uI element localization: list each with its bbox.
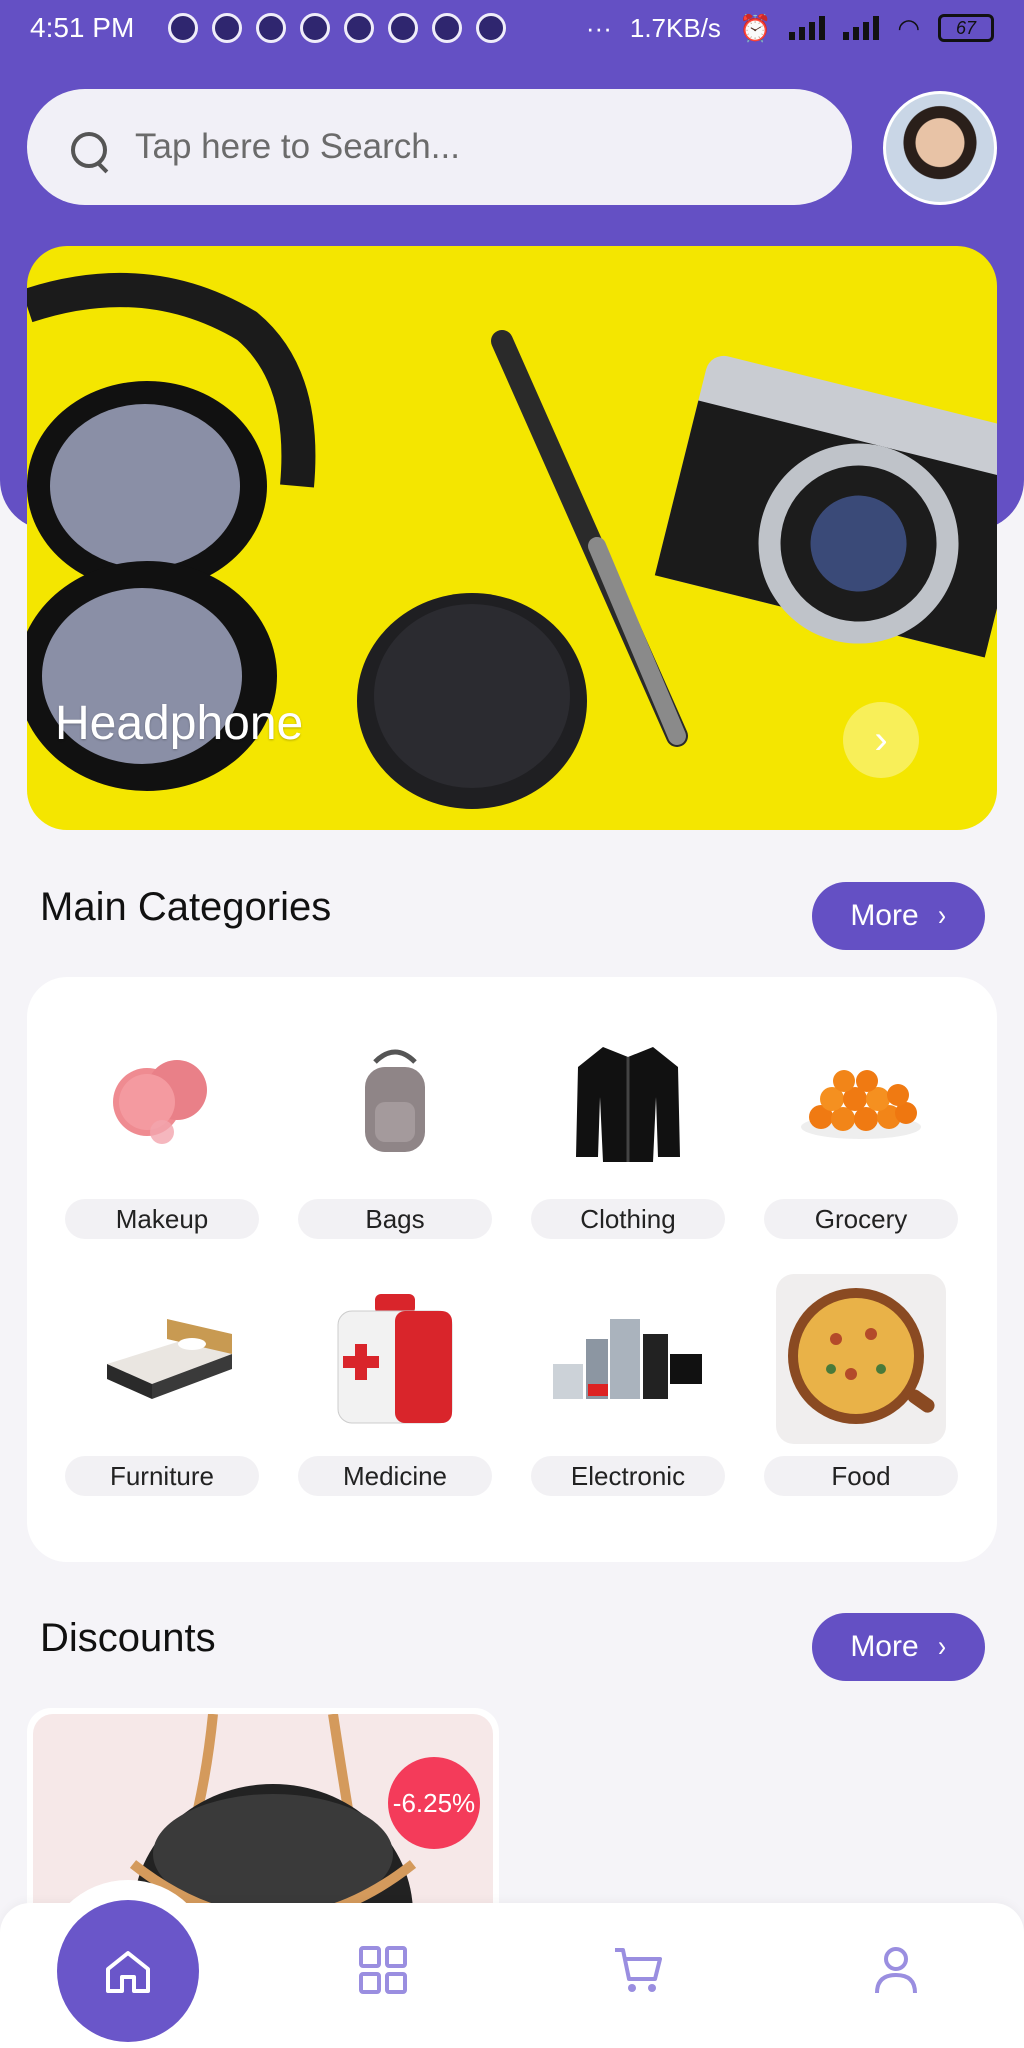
first-aid-icon <box>310 1274 480 1444</box>
grid-icon[interactable] <box>358 1945 408 1995</box>
category-grocery[interactable]: Grocery <box>764 1017 958 1239</box>
network-speed: 1.7KB/s <box>629 12 721 43</box>
chrome-icon <box>344 13 374 43</box>
alarm-icon: ⏰ <box>738 12 772 43</box>
chrome-icon <box>300 13 330 43</box>
discount-badge: -6.25% <box>388 1757 480 1849</box>
discounts-more-button[interactable]: More › <box>812 1613 985 1681</box>
more-label: More <box>850 899 919 932</box>
category-label: Bags <box>298 1199 492 1239</box>
chrome-icon <box>388 13 418 43</box>
cart-icon[interactable] <box>613 1945 663 1995</box>
search-placeholder: Tap here to Search... <box>135 127 460 166</box>
category-clothing[interactable]: Clothing <box>531 1017 725 1239</box>
category-makeup[interactable]: Makeup <box>65 1017 259 1239</box>
more-dots-icon: ··· <box>585 12 612 43</box>
categories-card: Makeup Bags Clothing Grocery Furniture M… <box>27 977 997 1562</box>
chevron-right-icon: › <box>874 717 888 762</box>
category-food[interactable]: Food <box>764 1274 958 1496</box>
bag-icon <box>310 1017 480 1187</box>
category-label: Clothing <box>531 1199 725 1239</box>
chevron-right-icon: › <box>937 1630 946 1663</box>
chrome-icon <box>256 13 286 43</box>
banner-title: Headphone <box>55 697 304 750</box>
category-label: Makeup <box>65 1199 259 1239</box>
status-time: 4:51 PM <box>30 12 135 43</box>
notification-icon <box>168 13 198 43</box>
search-input[interactable]: Tap here to Search... <box>27 89 852 205</box>
wifi-icon: ◠ <box>897 12 920 43</box>
oranges-icon <box>776 1017 946 1187</box>
appliances-icon <box>543 1274 713 1444</box>
battery-icon: 67 <box>938 14 994 42</box>
bed-icon <box>77 1274 247 1444</box>
main-categories-title: Main Categories <box>40 885 332 929</box>
chevron-right-icon: › <box>937 899 946 932</box>
home-icon <box>106 1951 150 1993</box>
jacket-icon <box>543 1017 713 1187</box>
signal-icon <box>843 16 880 40</box>
status-right: ··· 1.7KB/s ⏰ ◠ 67 <box>586 13 994 44</box>
more-label: More <box>850 1630 919 1663</box>
categories-grid: Makeup Bags Clothing Grocery Furniture M… <box>65 1017 959 1496</box>
pizza-icon <box>776 1274 946 1444</box>
discounts-title: Discounts <box>40 1616 216 1660</box>
category-bags[interactable]: Bags <box>298 1017 492 1239</box>
category-label: Furniture <box>65 1456 259 1496</box>
category-label: Grocery <box>764 1199 958 1239</box>
category-electronic[interactable]: Electronic <box>531 1274 725 1496</box>
signal-icon <box>789 16 826 40</box>
notification-icons <box>168 13 506 43</box>
status-bar: 4:51 PM ··· 1.7KB/s ⏰ ◠ 67 <box>0 0 1024 56</box>
search-icon <box>67 124 113 170</box>
chrome-icon <box>476 13 506 43</box>
avatar[interactable] <box>883 91 997 205</box>
banner-slide[interactable]: Headphone › <box>27 246 997 830</box>
chrome-icon <box>432 13 462 43</box>
category-label: Food <box>764 1456 958 1496</box>
category-label: Electronic <box>531 1456 725 1496</box>
profile-icon[interactable] <box>871 1945 921 1995</box>
categories-more-button[interactable]: More › <box>812 882 985 950</box>
banner-next-button[interactable]: › <box>843 702 919 778</box>
chrome-icon <box>212 13 242 43</box>
category-label: Medicine <box>298 1456 492 1496</box>
makeup-icon <box>77 1017 247 1187</box>
category-medicine[interactable]: Medicine <box>298 1274 492 1496</box>
nav-home-button[interactable] <box>57 1900 199 2042</box>
category-furniture[interactable]: Furniture <box>65 1274 259 1496</box>
